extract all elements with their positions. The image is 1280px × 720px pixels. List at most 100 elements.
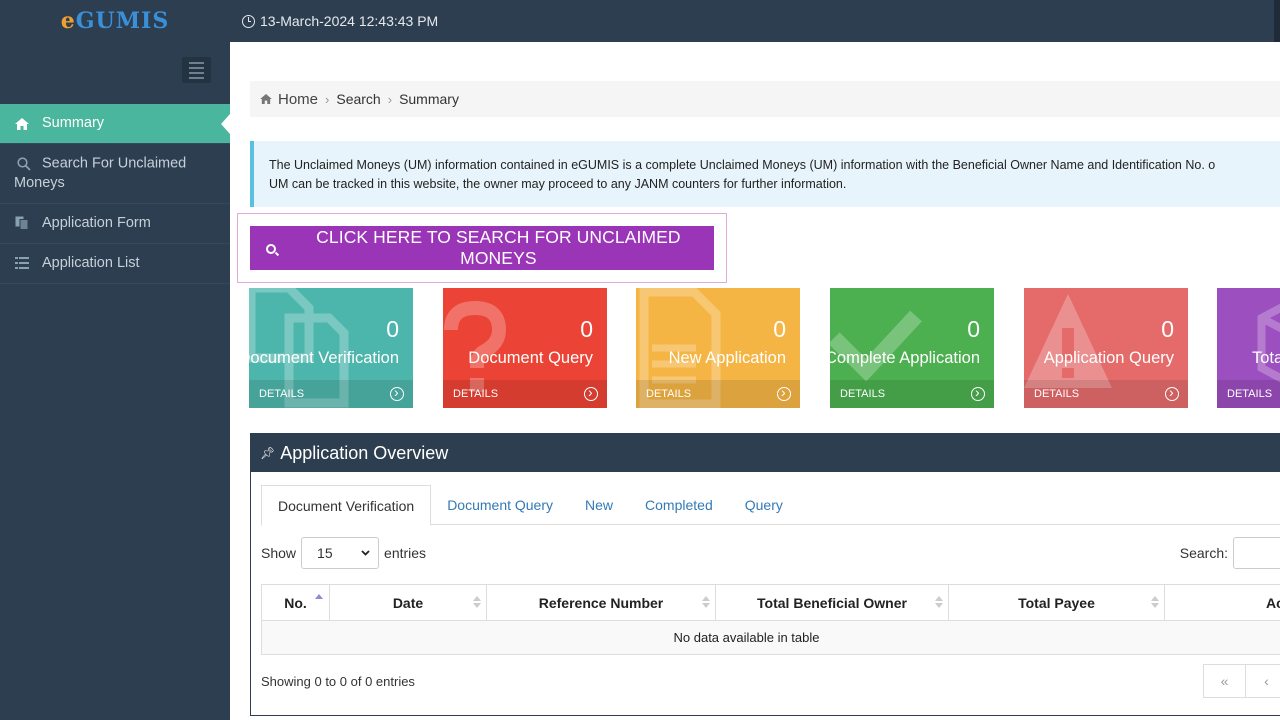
sort-icon (935, 596, 943, 608)
sort-icon (702, 596, 710, 608)
tile-total[interactable]: Tota DETAILS (1217, 288, 1280, 408)
column-header-total-payee[interactable]: Total Payee (948, 585, 1164, 621)
overview-tabs: Document Verification Document Query New… (261, 485, 1280, 526)
show-label: Show (261, 545, 297, 561)
tab-document-verification[interactable]: Document Verification (261, 485, 432, 526)
arrow-circle-right-icon (1165, 384, 1179, 401)
column-label: Reference Number (538, 595, 664, 611)
first-page-button[interactable]: « (1203, 664, 1246, 698)
tile-document-verification[interactable]: 0 Document Verification DETAILS (249, 288, 413, 408)
entries-length-control: Show 15 entries (261, 537, 426, 569)
tile-count: 0 (580, 316, 593, 342)
tile-label: New Application (668, 349, 786, 367)
column-label: Total Payee (1018, 595, 1095, 611)
tab-document-query[interactable]: Document Query (431, 485, 569, 525)
app-logo[interactable]: e GUMIS (0, 0, 230, 42)
tab-query[interactable]: Query (729, 485, 799, 525)
column-header-action[interactable]: Actio (1164, 585, 1280, 621)
tile-new-application[interactable]: 0 New Application DETAILS (636, 288, 800, 408)
table-header: No. Date Reference Number Total Benefici… (261, 584, 1280, 621)
search-icon (266, 244, 276, 254)
previous-page-button[interactable]: ‹ (1245, 664, 1280, 698)
tile-details-link[interactable]: DETAILS (636, 380, 800, 408)
tile-details-link[interactable]: DETAILS (1024, 380, 1188, 408)
tile-count: 0 (773, 316, 786, 342)
breadcrumb: Home › Search › Summary (250, 81, 1280, 117)
tile-footer-label: DETAILS (1034, 388, 1080, 400)
column-label: Actio (1266, 595, 1280, 611)
tile-complete-application[interactable]: 0 Complete Application DETAILS (830, 288, 994, 408)
column-header-no[interactable]: No. (261, 585, 329, 621)
tile-footer-label: DETAILS (453, 388, 499, 400)
empty-table-row: No data available in table (261, 621, 1280, 655)
column-label: No. (284, 595, 307, 611)
column-label: Total Beneficial Owner (757, 595, 907, 611)
sort-icon (473, 596, 481, 608)
column-header-total-beneficial-owner[interactable]: Total Beneficial Owner (715, 585, 948, 621)
sidebar-item-label: Application Form (42, 214, 151, 231)
entries-value: 15 (317, 545, 333, 561)
table-search-input[interactable] (1233, 537, 1280, 569)
breadcrumb-separator: › (387, 91, 393, 107)
tile-details-link[interactable]: DETAILS (1217, 380, 1280, 408)
main-content: Home › Search › Summary The Unclaimed Mo… (230, 42, 1280, 720)
menu-toggle-icon[interactable] (182, 57, 211, 83)
entries-select[interactable]: 15 (301, 537, 380, 569)
column-header-date[interactable]: Date (329, 585, 486, 621)
sidebar-item-application-list[interactable]: Application List (0, 244, 230, 284)
sidebar-nav: Summary Search For Unclaimed Moneys Appl… (0, 104, 230, 284)
tile-footer-label: DETAILS (259, 388, 305, 400)
copy-icon (14, 214, 30, 233)
sidebar-item-label: Search For Unclaimed Moneys (14, 155, 187, 191)
tile-details-link[interactable]: DETAILS (443, 380, 607, 408)
logo-prefix: e (60, 8, 76, 34)
search-button-focus-ring: CLICK HERE TO SEARCH FOR UNCLAIMED MONEY… (237, 213, 727, 283)
breadcrumb-home[interactable]: Home (260, 91, 318, 108)
tile-details-link[interactable]: DETAILS (249, 380, 413, 408)
tile-application-query[interactable]: 0 Application Query DETAILS (1024, 288, 1188, 408)
tile-label: Complete Application (830, 349, 980, 367)
arrow-circle-right-icon (971, 384, 985, 401)
tab-completed[interactable]: Completed (629, 485, 729, 525)
current-datetime: 13-March-2024 12:43:43 PM (242, 0, 438, 42)
application-overview-panel: 📌︎ Application Overview Document Verific… (250, 433, 1280, 716)
tile-count: 0 (1161, 316, 1174, 342)
breadcrumb-home-label: Home (278, 90, 319, 108)
panel-title: Application Overview (280, 442, 449, 463)
tab-new[interactable]: New (569, 485, 629, 525)
sidebar-item-search[interactable]: Search For Unclaimed Moneys (0, 144, 230, 204)
pagination: « ‹ (1203, 664, 1280, 698)
sidebar-item-application-form[interactable]: Application Form (0, 204, 230, 244)
table-search: Search: (1180, 537, 1280, 569)
empty-message: No data available in table (673, 630, 820, 645)
datetime-text: 13-March-2024 12:43:43 PM (260, 13, 439, 29)
sort-asc-icon (315, 594, 323, 606)
list-icon (14, 254, 30, 273)
entries-label: entries (384, 545, 427, 561)
sidebar-item-summary[interactable]: Summary (0, 104, 230, 144)
tile-label: Tota (1252, 349, 1280, 367)
search-label: Search: (1179, 545, 1228, 561)
top-bar: e GUMIS 13-March-2024 12:43:43 PM (0, 0, 1280, 42)
sidebar: Summary Search For Unclaimed Moneys Appl… (0, 42, 230, 720)
arrow-circle-right-icon (390, 384, 404, 401)
tile-label: Document Query (468, 349, 593, 367)
info-notice: The Unclaimed Moneys (UM) information co… (250, 141, 1280, 207)
tile-document-query[interactable]: 0 Document Query DETAILS (443, 288, 607, 408)
search-button-label: CLICK HERE TO SEARCH FOR UNCLAIMED MONEY… (316, 227, 681, 268)
tile-footer-label: DETAILS (1227, 388, 1273, 400)
search-unclaimed-moneys-button[interactable]: CLICK HERE TO SEARCH FOR UNCLAIMED MONEY… (250, 226, 714, 270)
notice-line-1: The Unclaimed Moneys (UM) information co… (269, 158, 1216, 172)
tile-details-link[interactable]: DETAILS (830, 380, 994, 408)
tile-label: Document Verification (249, 349, 399, 367)
breadcrumb-search[interactable]: Search (336, 91, 380, 107)
home-icon (14, 114, 30, 133)
tile-footer-label: DETAILS (646, 388, 692, 400)
column-header-reference-number[interactable]: Reference Number (486, 585, 715, 621)
search-icon (16, 154, 32, 173)
notice-line-2: UM can be tracked in this website, the o… (269, 177, 847, 191)
sidebar-item-label: Application List (42, 254, 140, 271)
clock-icon (242, 14, 255, 28)
home-icon (260, 94, 272, 104)
overview-table: No. Date Reference Number Total Benefici… (261, 584, 1280, 655)
